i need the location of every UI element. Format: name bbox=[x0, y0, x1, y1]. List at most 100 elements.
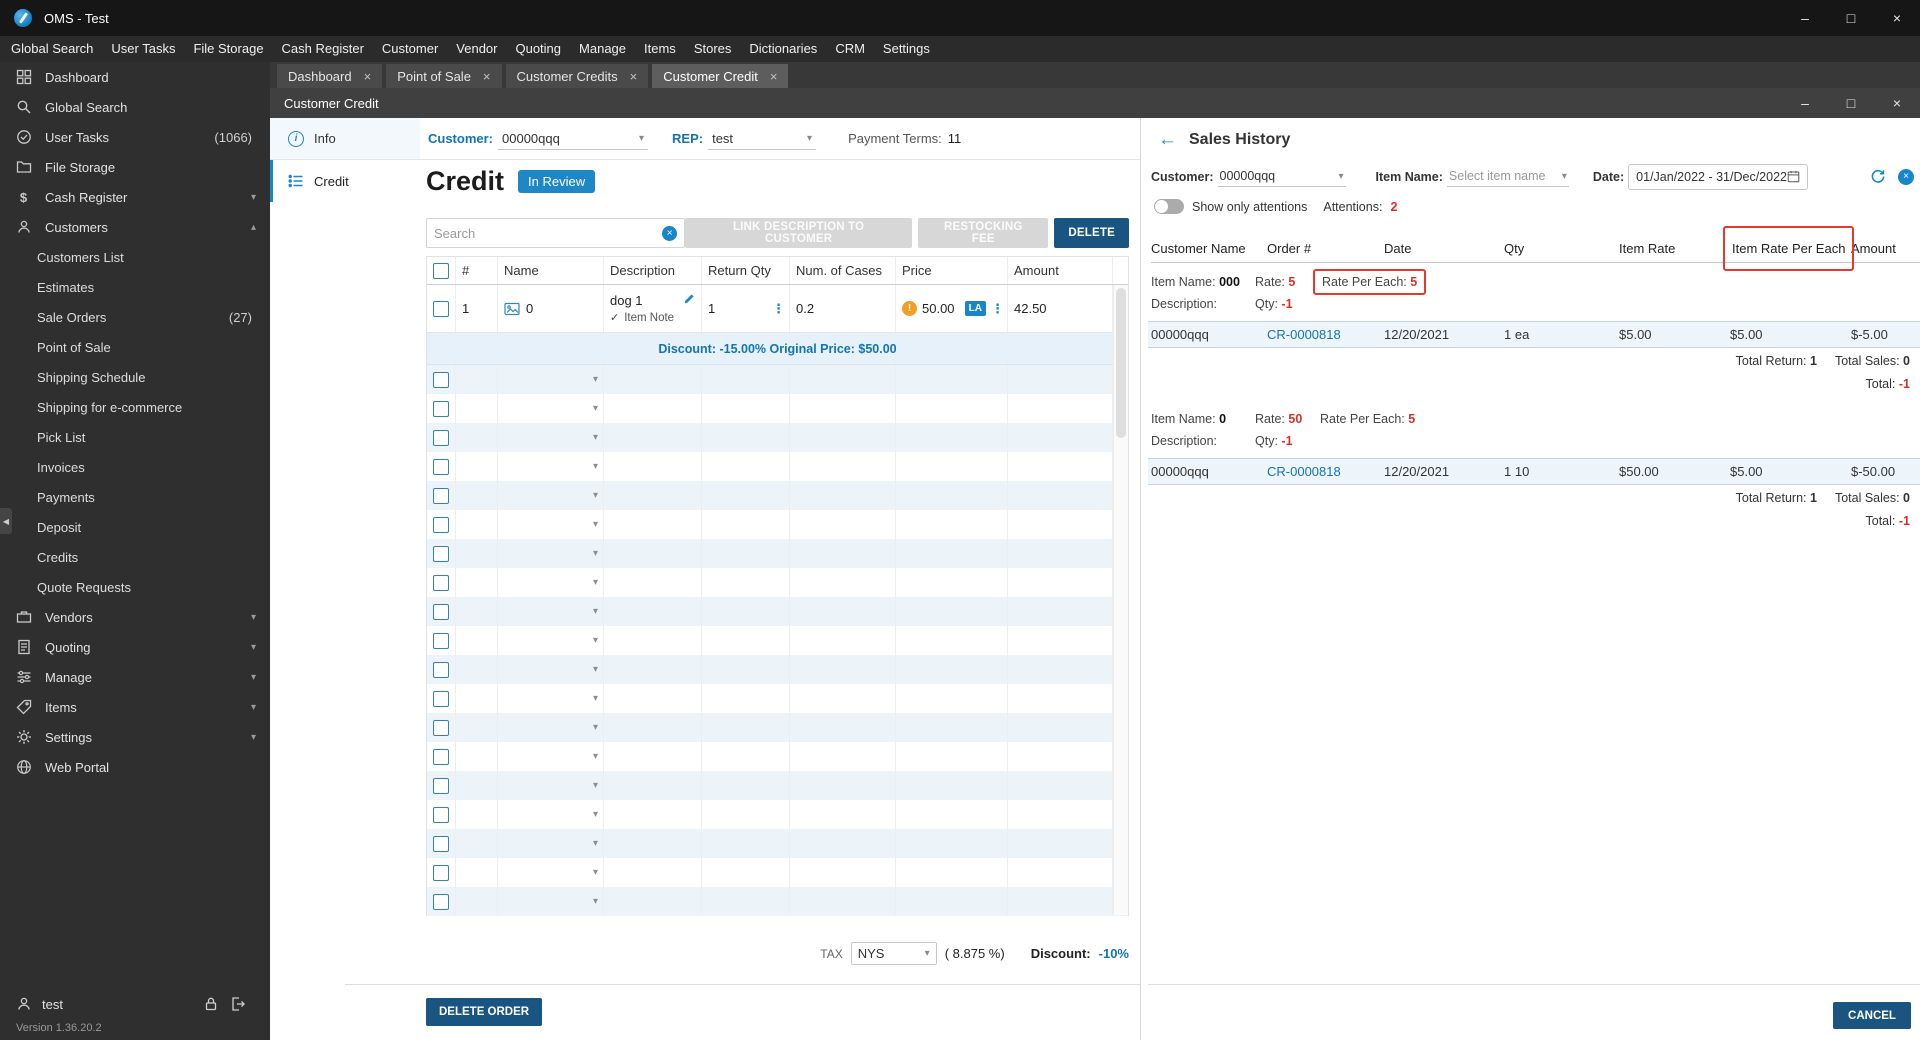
sidebar-subitem-deposit[interactable]: Deposit bbox=[0, 512, 270, 542]
tab-dashboard[interactable]: Dashboard × bbox=[277, 64, 383, 88]
tax-select[interactable]: NYS ▾ bbox=[850, 942, 937, 965]
tab-point-of-sale[interactable]: Point of Sale × bbox=[386, 64, 502, 88]
sidebar-subitem-sale-orders[interactable]: Sale Orders (27) bbox=[0, 302, 270, 332]
link-description-button[interactable]: LINK DESCRIPTION TO CUSTOMER bbox=[685, 218, 913, 248]
sidebar-subitem-shipping-schedule[interactable]: Shipping Schedule bbox=[0, 362, 270, 392]
chevron-down-icon[interactable]: ▾ bbox=[593, 664, 598, 675]
sidebar-item-manage[interactable]: Manage ▾ bbox=[0, 662, 270, 692]
row-select-checkbox[interactable] bbox=[433, 516, 449, 533]
row-select-checkbox[interactable] bbox=[433, 300, 449, 317]
sidebar-item-file-storage[interactable]: File Storage bbox=[0, 152, 270, 182]
sidebar-item-cash-register[interactable]: $ Cash Register ▾ bbox=[0, 182, 270, 212]
uom-badge[interactable]: LA bbox=[964, 301, 986, 316]
chevron-down-icon[interactable]: ▾ bbox=[593, 490, 598, 501]
row-select-checkbox[interactable] bbox=[433, 661, 449, 678]
show-attentions-toggle[interactable] bbox=[1154, 199, 1184, 214]
chevron-down-icon[interactable]: ▾ bbox=[593, 606, 598, 617]
chevron-down-icon[interactable]: ▾ bbox=[593, 374, 598, 385]
sidebar-item-global-search[interactable]: Global Search bbox=[0, 92, 270, 122]
row-select-checkbox[interactable] bbox=[433, 777, 449, 794]
sidebar-item-items[interactable]: Items ▾ bbox=[0, 692, 270, 722]
menubar-item-customer[interactable]: Customer bbox=[373, 36, 447, 62]
menubar-item-quoting[interactable]: Quoting bbox=[506, 36, 570, 62]
clear-search-icon[interactable]: × bbox=[662, 225, 678, 241]
search-input[interactable] bbox=[434, 225, 663, 241]
app-close-button[interactable]: × bbox=[1874, 0, 1920, 36]
chevron-down-icon[interactable]: ▾ bbox=[593, 403, 598, 414]
sidebar-subitem-point-of-sale[interactable]: Point of Sale bbox=[0, 332, 270, 362]
price-value[interactable]: 50.00 bbox=[922, 301, 955, 316]
sidebar-subitem-pick-list[interactable]: Pick List bbox=[0, 422, 270, 452]
row-select-checkbox[interactable] bbox=[433, 400, 449, 417]
menubar-item-cash-register[interactable]: Cash Register bbox=[273, 36, 373, 62]
row-select-checkbox[interactable] bbox=[433, 429, 449, 446]
sidebar-subitem-payments[interactable]: Payments bbox=[0, 482, 270, 512]
row-select-checkbox[interactable] bbox=[433, 545, 449, 562]
menubar-item-settings[interactable]: Settings bbox=[874, 36, 939, 62]
tab-close-icon[interactable]: × bbox=[630, 70, 638, 83]
sidebar-item-quoting[interactable]: Quoting ▾ bbox=[0, 632, 270, 662]
chevron-down-icon[interactable]: ▾ bbox=[593, 548, 598, 559]
sidebar-item-web-portal[interactable]: Web Portal bbox=[0, 752, 270, 782]
sales-item-dropdown[interactable]: Select item name ▾ bbox=[1446, 166, 1569, 187]
restocking-fee-button[interactable]: RESTOCKING FEE bbox=[918, 218, 1049, 248]
row-select-checkbox[interactable] bbox=[433, 690, 449, 707]
menubar-item-crm[interactable]: CRM bbox=[826, 36, 874, 62]
app-minimize-button[interactable]: – bbox=[1782, 0, 1828, 36]
date-range-picker[interactable]: 01/Jan/2022 - 31/Dec/2022 bbox=[1628, 163, 1809, 190]
chevron-down-icon[interactable]: ▾ bbox=[593, 461, 598, 472]
row-select-checkbox[interactable] bbox=[433, 487, 449, 504]
row-select-checkbox[interactable] bbox=[433, 806, 449, 823]
row-select-checkbox[interactable] bbox=[433, 371, 449, 388]
logout-icon[interactable] bbox=[229, 996, 246, 1013]
nav-item-credit[interactable]: Credit bbox=[270, 160, 420, 202]
customer-dropdown[interactable]: 00000qqq ▾ bbox=[498, 128, 649, 150]
kebab-menu-icon[interactable]: ⋮ bbox=[991, 301, 1004, 317]
nav-item-info[interactable]: i Info bbox=[270, 118, 420, 160]
chevron-down-icon[interactable]: ▾ bbox=[593, 693, 598, 704]
row-select-checkbox[interactable] bbox=[433, 748, 449, 765]
chevron-down-icon[interactable]: ▾ bbox=[593, 896, 598, 907]
order-link[interactable]: CR-0000818 bbox=[1267, 464, 1384, 479]
tab-close-icon[interactable]: × bbox=[770, 70, 778, 83]
sidebar-collapse-handle[interactable]: ◀ bbox=[0, 508, 12, 534]
chevron-down-icon[interactable]: ▾ bbox=[593, 432, 598, 443]
app-maximize-button[interactable]: □ bbox=[1828, 0, 1874, 36]
kebab-menu-icon[interactable]: ⋮ bbox=[772, 301, 785, 317]
row-select-checkbox[interactable] bbox=[433, 632, 449, 649]
menubar-item-user-tasks[interactable]: User Tasks bbox=[102, 36, 184, 62]
select-all-checkbox[interactable] bbox=[433, 262, 449, 279]
calendar-icon[interactable] bbox=[1787, 170, 1800, 183]
chevron-down-icon[interactable]: ▾ bbox=[593, 577, 598, 588]
sidebar-subitem-invoices[interactable]: Invoices bbox=[0, 452, 270, 482]
tab-close-icon[interactable]: × bbox=[483, 70, 491, 83]
window-minimize-button[interactable]: – bbox=[1782, 88, 1828, 118]
lock-icon[interactable] bbox=[202, 996, 219, 1013]
row-select-checkbox[interactable] bbox=[433, 893, 449, 910]
delete-button[interactable]: DELETE bbox=[1054, 218, 1129, 248]
sidebar-subitem-quote-requests[interactable]: Quote Requests bbox=[0, 572, 270, 602]
menubar-item-file-storage[interactable]: File Storage bbox=[184, 36, 272, 62]
refresh-icon[interactable] bbox=[1869, 168, 1886, 185]
chevron-down-icon[interactable]: ▾ bbox=[593, 838, 598, 849]
tab-close-icon[interactable]: × bbox=[364, 70, 372, 83]
tab-customer-credit[interactable]: Customer Credit × bbox=[652, 64, 789, 88]
chevron-down-icon[interactable]: ▾ bbox=[593, 751, 598, 762]
order-link[interactable]: CR-0000818 bbox=[1267, 327, 1384, 342]
row-select-checkbox[interactable] bbox=[433, 574, 449, 591]
sidebar-item-settings[interactable]: Settings ▾ bbox=[0, 722, 270, 752]
row-select-checkbox[interactable] bbox=[433, 458, 449, 475]
sidebar-item-user-tasks[interactable]: User Tasks (1066) bbox=[0, 122, 270, 152]
chevron-down-icon[interactable]: ▾ bbox=[593, 635, 598, 646]
window-close-button[interactable]: × bbox=[1874, 88, 1920, 118]
sidebar-subitem-estimates[interactable]: Estimates bbox=[0, 272, 270, 302]
chevron-down-icon[interactable]: ▾ bbox=[593, 809, 598, 820]
cancel-button[interactable]: CANCEL bbox=[1833, 1002, 1911, 1029]
sidebar-subitem-credits[interactable]: Credits bbox=[0, 542, 270, 572]
row-select-checkbox[interactable] bbox=[433, 835, 449, 852]
row-select-checkbox[interactable] bbox=[433, 719, 449, 736]
sidebar-subitem-shipping-ecommerce[interactable]: Shipping for e-commerce bbox=[0, 392, 270, 422]
menubar-item-global-search[interactable]: Global Search bbox=[2, 36, 102, 62]
menubar-item-items[interactable]: Items bbox=[635, 36, 685, 62]
scrollbar-thumb[interactable] bbox=[1116, 288, 1126, 438]
